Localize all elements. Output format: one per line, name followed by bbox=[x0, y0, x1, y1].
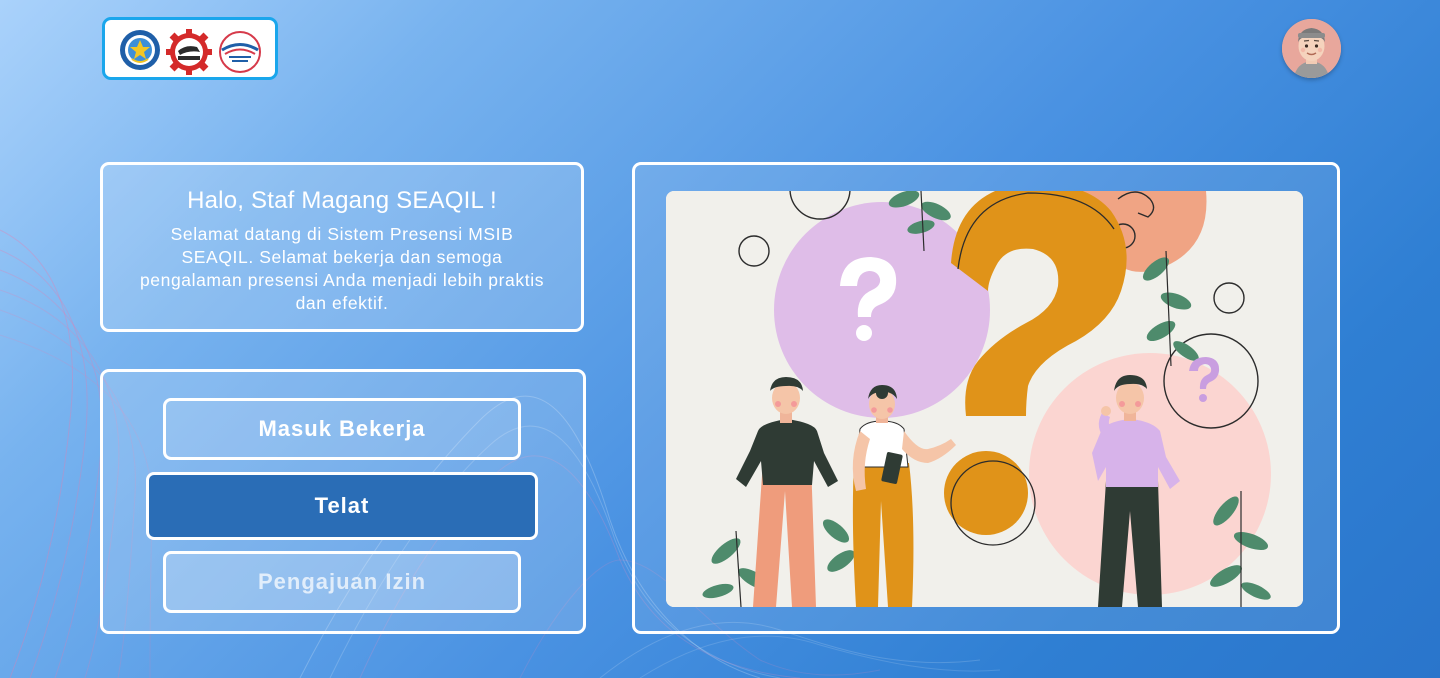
check-in-button[interactable]: Masuk Bekerja bbox=[163, 398, 521, 460]
partner-logos bbox=[102, 17, 278, 80]
leave-request-button[interactable]: Pengajuan Izin bbox=[163, 551, 521, 613]
illustration-frame bbox=[666, 191, 1303, 607]
seameo-logo-icon bbox=[166, 29, 212, 75]
user-avatar-icon bbox=[1282, 19, 1341, 78]
attendance-actions-card: Masuk Bekerja Telat Pengajuan Izin bbox=[100, 369, 586, 634]
late-button[interactable]: Telat bbox=[146, 472, 538, 540]
welcome-title: Halo, Staf Magang SEAQIL ! bbox=[187, 187, 497, 214]
user-avatar[interactable] bbox=[1282, 19, 1341, 78]
illustration-card bbox=[632, 162, 1340, 634]
question-people-illustration bbox=[666, 191, 1303, 607]
seameo-seaqil-logo-icon bbox=[219, 31, 261, 73]
kemendikbud-logo-icon bbox=[120, 30, 160, 70]
welcome-message: Selamat datang di Sistem Presensi MSIB S… bbox=[139, 224, 545, 313]
welcome-card: Halo, Staf Magang SEAQIL ! Selamat datan… bbox=[100, 162, 584, 332]
